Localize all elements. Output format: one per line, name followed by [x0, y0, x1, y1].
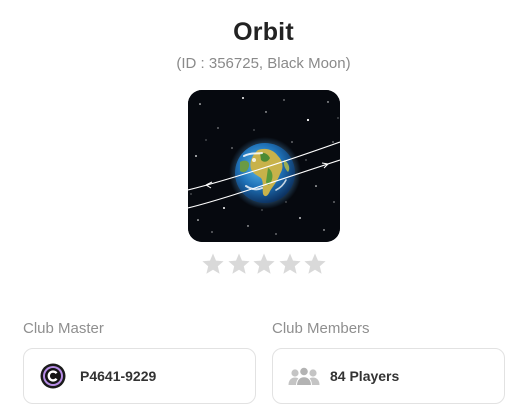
star-icon: [278, 253, 301, 274]
star-icon: [304, 253, 326, 274]
players-group-icon: [288, 366, 320, 386]
rating-stars: [201, 252, 327, 278]
star-icon: [227, 253, 250, 274]
star-icon: [202, 253, 224, 274]
club-master-label: Club Master: [23, 320, 104, 337]
club-subtitle: (ID : 356725, Black Moon): [176, 55, 351, 72]
club-members-card[interactable]: 84 Players: [272, 348, 505, 404]
star-icon: [253, 253, 275, 274]
club-name: Orbit: [233, 18, 294, 46]
club-members-label: Club Members: [272, 320, 370, 337]
club-image: [188, 90, 340, 242]
club-members-count: 84 Players: [330, 368, 400, 384]
club-master-id: P4641-9229: [80, 368, 157, 384]
club-master-card[interactable]: P4641-9229: [23, 348, 256, 404]
earth-orbit-icon: [188, 90, 340, 242]
master-avatar-icon: [40, 363, 66, 389]
